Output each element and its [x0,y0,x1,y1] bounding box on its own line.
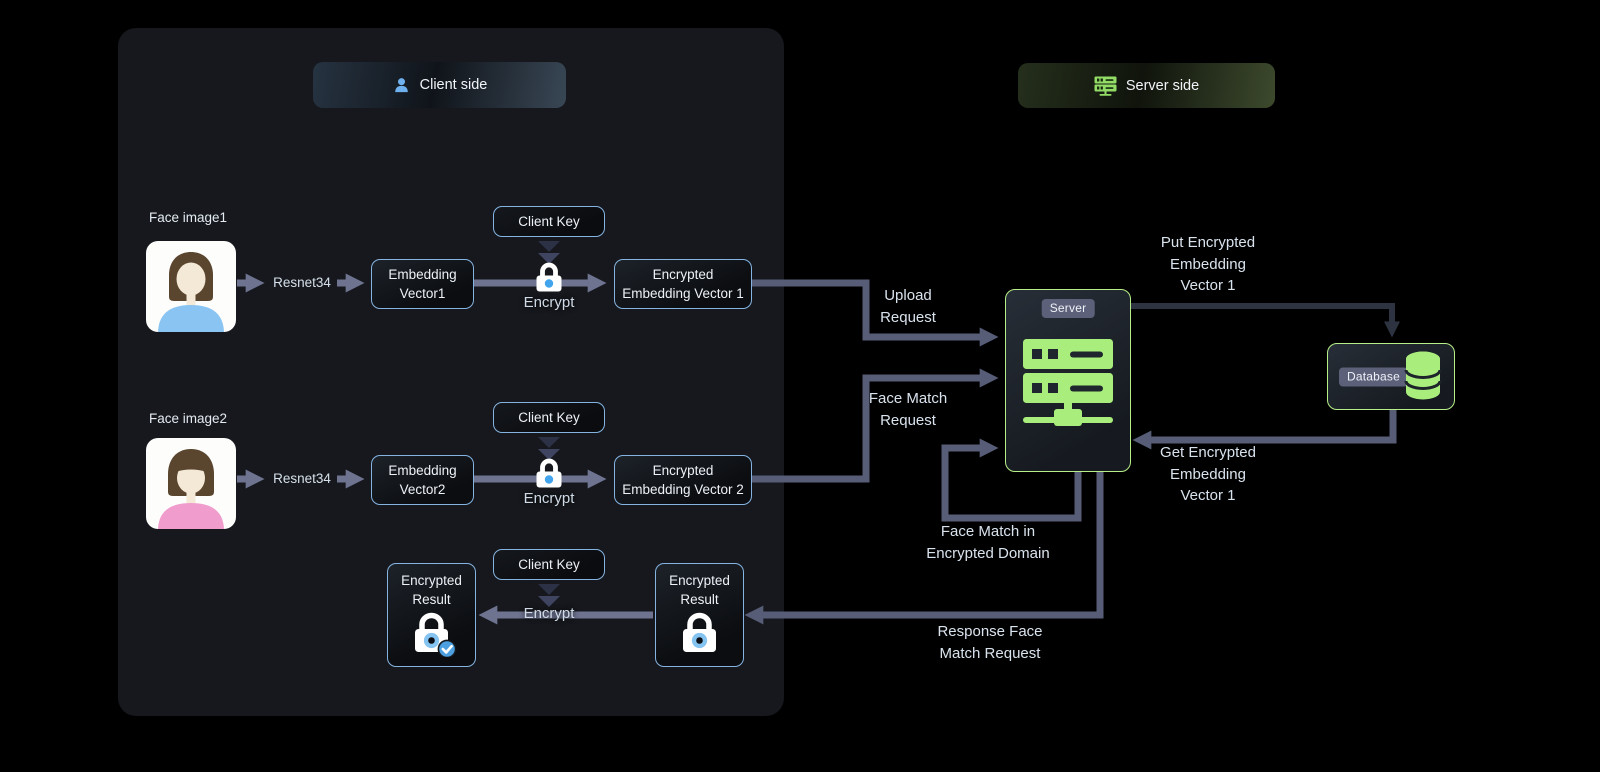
diagram-canvas: Client side Server side Face image1 Resn… [0,0,1600,772]
database-box: Database [1327,343,1455,410]
database-box-label: Database [1339,367,1408,386]
face-match-domain-label: Face Match in Encrypted Domain [898,521,1078,564]
embedding-vector2-box: Embedding Vector2 [371,455,474,505]
encrypted-result-box-right: Encrypted Result [655,563,744,667]
server-box: Server [1005,289,1131,472]
put-vector-arrow [1129,306,1392,331]
woman-avatar-icon [146,438,236,529]
client-side-label: Client side [420,77,488,93]
encrypt-label-2: Encrypt [509,490,589,507]
server-icon [1094,76,1117,96]
lock-icon [531,455,567,489]
upload-request-label: Upload Request [848,285,968,328]
encrypted-result-label: Encrypted Result [401,571,462,609]
face-image1-label: Face image1 [149,210,227,225]
encrypted-result-box-left: Encrypted Result [387,563,476,667]
encrypt-label-3: Encrypt [509,605,589,622]
put-vector-label: Put Encrypted Embedding Vector 1 [1138,232,1278,297]
client-key-box-3: Client Key [493,549,605,580]
client-side-badge: Client side [313,62,566,108]
chevron-down-icon [538,584,560,607]
client-key-box-1: Client Key [493,206,605,237]
woman-avatar-icon [146,241,236,332]
server-box-label: Server [1042,299,1095,318]
lock-verified-icon [405,611,459,657]
get-vector-label: Get Encrypted Embedding Vector 1 [1138,442,1278,507]
face-match-request-label: Face Match Request [838,388,978,431]
person-icon [392,76,411,95]
resnet34-label: Resnet34 [264,275,340,290]
face-image2 [146,438,236,529]
face-image1 [146,241,236,332]
resnet34-label: Resnet34 [264,471,340,486]
lock-icon [673,611,727,657]
server-rack-icon [1023,337,1113,429]
server-side-label: Server side [1126,78,1199,94]
response-face-match-label: Response Face Match Request [900,621,1080,664]
encrypted-embedding-vector1-box: Encrypted Embedding Vector 1 [614,259,752,309]
encrypted-embedding-vector2-box: Encrypted Embedding Vector 2 [614,455,752,505]
lock-icon [531,259,567,293]
encrypted-result-label: Encrypted Result [669,571,730,609]
encrypt-label-1: Encrypt [509,294,589,311]
get-vector-arrow [1140,408,1393,440]
face-image2-label: Face image2 [149,411,227,426]
server-side-badge: Server side [1018,63,1275,108]
database-icon [1403,351,1443,401]
embedding-vector1-box: Embedding Vector1 [371,259,474,309]
client-key-box-2: Client Key [493,402,605,433]
